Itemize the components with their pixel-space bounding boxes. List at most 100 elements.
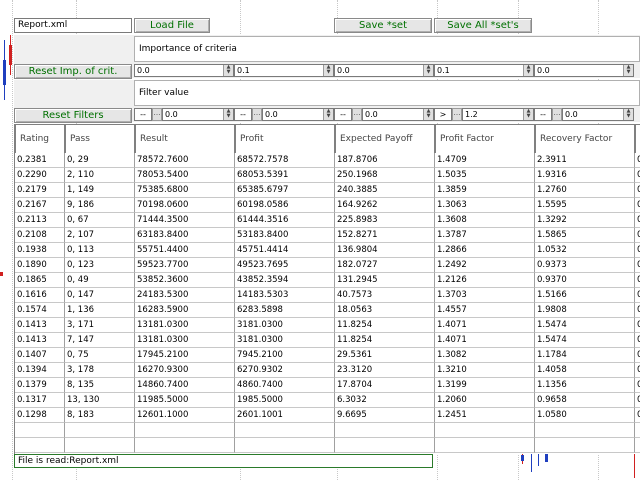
spin-arrows-icon[interactable]: ▲ ▼ bbox=[223, 65, 233, 76]
table-cell[interactable]: 0.9658 bbox=[535, 393, 635, 408]
table-cell[interactable]: 0.2108 bbox=[15, 228, 65, 243]
table-cell[interactable]: 7, 147 bbox=[65, 333, 135, 348]
table-cell[interactable]: 12601.1000 bbox=[135, 408, 235, 423]
table-cell[interactable]: 16283.5900 bbox=[135, 303, 235, 318]
table-cell[interactable]: 2.3911 bbox=[535, 153, 635, 168]
spin-arrows-icon[interactable]: ▲ ▼ bbox=[423, 65, 433, 76]
table-cell[interactable]: 1.3210 bbox=[435, 363, 535, 378]
table-cell[interactable]: 13181.0300 bbox=[135, 333, 235, 348]
column-header[interactable]: Rating bbox=[15, 124, 65, 154]
table-cell[interactable]: 1.5865 bbox=[535, 228, 635, 243]
table-cell[interactable]: 78572.7600 bbox=[135, 153, 235, 168]
table-cell[interactable]: 8, 135 bbox=[65, 378, 135, 393]
table-cell[interactable]: 1.3199 bbox=[435, 378, 535, 393]
table-cell[interactable]: 1.9808 bbox=[535, 303, 635, 318]
column-header[interactable]: Result bbox=[135, 124, 235, 154]
empty-table-cell[interactable] bbox=[335, 423, 435, 438]
operator-dropdown-icon[interactable]: … bbox=[152, 108, 162, 121]
operator-dropdown-icon[interactable]: … bbox=[452, 108, 462, 121]
table-cell[interactable]: 240.3885 bbox=[335, 183, 435, 198]
table-cell[interactable]: 53183.8400 bbox=[235, 228, 335, 243]
table-cell[interactable]: 7945.2100 bbox=[235, 348, 335, 363]
table-cell[interactable]: 43852.3594 bbox=[235, 273, 335, 288]
spin-arrows-icon[interactable]: ▲ ▼ bbox=[523, 65, 533, 76]
table-cell[interactable]: 0.1317 bbox=[15, 393, 65, 408]
table-cell[interactable]: 0, 29 bbox=[65, 153, 135, 168]
table-cell[interactable]: 0.9373 bbox=[535, 258, 635, 273]
table-cell[interactable]: 1.2492 bbox=[435, 258, 535, 273]
save-set-button[interactable]: Save *set bbox=[334, 18, 432, 33]
table-cell[interactable]: 13181.0300 bbox=[135, 318, 235, 333]
table-cell[interactable]: 0.2179 bbox=[15, 183, 65, 198]
table-cell[interactable]: 45751.4414 bbox=[235, 243, 335, 258]
empty-table-cell[interactable] bbox=[335, 438, 435, 453]
table-cell[interactable]: 0 bbox=[635, 408, 640, 423]
criteria-weight-input[interactable]: 0.1 ▲ ▼ bbox=[434, 64, 534, 77]
table-cell[interactable]: 182.0727 bbox=[335, 258, 435, 273]
operator-dropdown-icon[interactable]: … bbox=[252, 108, 262, 121]
column-header[interactable]: S bbox=[635, 124, 640, 154]
table-cell[interactable]: 2, 110 bbox=[65, 168, 135, 183]
table-cell[interactable]: 0.2381 bbox=[15, 153, 65, 168]
criteria-weight-input[interactable]: 0.0 ▲ ▼ bbox=[334, 64, 434, 77]
table-cell[interactable]: 61444.3516 bbox=[235, 213, 335, 228]
table-cell[interactable]: 0.2167 bbox=[15, 198, 65, 213]
table-cell[interactable]: 60198.0586 bbox=[235, 198, 335, 213]
empty-table-cell[interactable] bbox=[435, 438, 535, 453]
table-cell[interactable]: 1.5474 bbox=[535, 318, 635, 333]
table-cell[interactable]: 0, 49 bbox=[65, 273, 135, 288]
table-cell[interactable]: 1.3292 bbox=[535, 213, 635, 228]
empty-table-cell[interactable] bbox=[435, 423, 535, 438]
empty-table-cell[interactable] bbox=[535, 438, 635, 453]
column-header[interactable]: Profit bbox=[235, 124, 335, 154]
table-cell[interactable]: 1.5474 bbox=[535, 333, 635, 348]
table-cell[interactable]: 11.8254 bbox=[335, 318, 435, 333]
table-cell[interactable]: 0 bbox=[635, 273, 640, 288]
table-cell[interactable]: 1.3787 bbox=[435, 228, 535, 243]
empty-table-cell[interactable] bbox=[15, 438, 65, 453]
table-cell[interactable]: 1.4058 bbox=[535, 363, 635, 378]
table-cell[interactable]: 1.0532 bbox=[535, 243, 635, 258]
table-cell[interactable]: 11985.5000 bbox=[135, 393, 235, 408]
empty-table-cell[interactable] bbox=[535, 423, 635, 438]
table-cell[interactable]: 1.5166 bbox=[535, 288, 635, 303]
table-cell[interactable]: 17.8704 bbox=[335, 378, 435, 393]
table-cell[interactable]: 0.1298 bbox=[15, 408, 65, 423]
table-cell[interactable]: 3181.0300 bbox=[235, 333, 335, 348]
table-cell[interactable]: 0, 75 bbox=[65, 348, 135, 363]
spin-arrows-icon[interactable]: ▲ ▼ bbox=[323, 109, 333, 120]
filter-operator-select[interactable]: -- bbox=[334, 108, 352, 121]
table-cell[interactable]: 225.8983 bbox=[335, 213, 435, 228]
column-header[interactable]: Pass bbox=[65, 124, 135, 154]
reset-filters-button[interactable]: Reset Filters bbox=[14, 108, 132, 123]
table-cell[interactable]: 0.2290 bbox=[15, 168, 65, 183]
table-cell[interactable]: 1.9316 bbox=[535, 168, 635, 183]
table-cell[interactable]: 187.8706 bbox=[335, 153, 435, 168]
spin-arrows-icon[interactable]: ▲ ▼ bbox=[523, 109, 533, 120]
table-cell[interactable]: 0 bbox=[635, 348, 640, 363]
table-cell[interactable]: 17945.2100 bbox=[135, 348, 235, 363]
filter-operator-select[interactable]: -- bbox=[234, 108, 252, 121]
table-cell[interactable]: 2, 107 bbox=[65, 228, 135, 243]
table-cell[interactable]: 0 bbox=[635, 303, 640, 318]
table-cell[interactable]: 0, 67 bbox=[65, 213, 135, 228]
empty-table-cell[interactable] bbox=[235, 438, 335, 453]
table-cell[interactable]: 70198.0600 bbox=[135, 198, 235, 213]
table-cell[interactable]: 49523.7695 bbox=[235, 258, 335, 273]
table-cell[interactable]: 1985.5000 bbox=[235, 393, 335, 408]
table-cell[interactable]: 3181.0300 bbox=[235, 318, 335, 333]
empty-table-cell[interactable] bbox=[235, 423, 335, 438]
table-cell[interactable]: 0, 147 bbox=[65, 288, 135, 303]
table-cell[interactable]: 136.9804 bbox=[335, 243, 435, 258]
table-cell[interactable]: 0 bbox=[635, 378, 640, 393]
table-cell[interactable]: 1, 136 bbox=[65, 303, 135, 318]
empty-table-cell[interactable] bbox=[65, 438, 135, 453]
load-file-button[interactable]: Load File bbox=[134, 18, 210, 33]
table-cell[interactable]: 0.1394 bbox=[15, 363, 65, 378]
table-cell[interactable]: 4860.7400 bbox=[235, 378, 335, 393]
table-cell[interactable]: 0 bbox=[635, 183, 640, 198]
table-cell[interactable]: 0 bbox=[635, 198, 640, 213]
empty-table-cell[interactable] bbox=[635, 423, 640, 438]
filter-value-input[interactable]: 0.0 ▲ ▼ bbox=[162, 108, 234, 121]
table-cell[interactable]: 1.4071 bbox=[435, 333, 535, 348]
